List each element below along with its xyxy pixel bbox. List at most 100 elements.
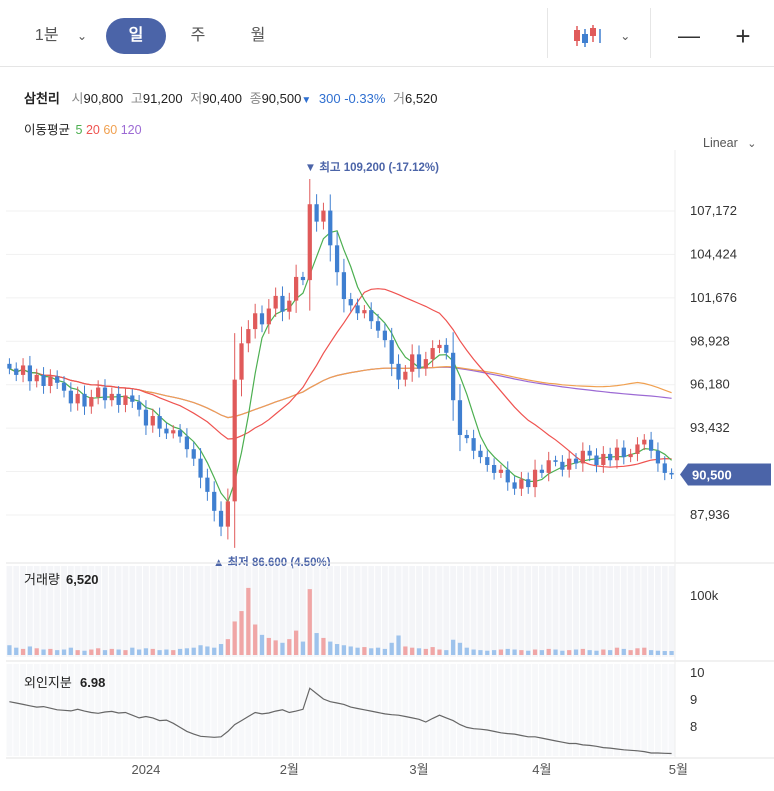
- candle-body: [601, 453, 606, 465]
- volume-bg-bar: [641, 566, 648, 657]
- volume-bar: [580, 648, 585, 655]
- volume-bg-bar: [566, 566, 573, 657]
- foreign-bg-bar: [231, 664, 238, 756]
- foreign-bg-bar: [108, 664, 115, 756]
- volume-bg-bar: [559, 566, 566, 657]
- volume-bar: [109, 648, 114, 655]
- ma-5-line: [9, 230, 672, 503]
- volume-bar: [218, 644, 224, 655]
- candle-body: [594, 455, 599, 465]
- volume-bar: [539, 650, 544, 655]
- volume-bg-bar: [102, 566, 108, 657]
- volume-bar: [526, 650, 531, 655]
- candle-body: [7, 363, 12, 369]
- foreign-bg-bar: [498, 664, 504, 756]
- volume-bar: [225, 639, 230, 655]
- foreign-bg-bar: [149, 664, 156, 756]
- volume-bg-bar: [409, 566, 416, 657]
- price-tick-label: 101,676: [690, 290, 737, 305]
- x-tick-label: 5월: [669, 762, 688, 777]
- x-tick-label: 2024: [131, 762, 160, 777]
- candle-body: [471, 438, 476, 451]
- foreign-bg-bar: [136, 664, 143, 756]
- candle-body: [505, 469, 510, 483]
- volume-bar: [205, 646, 210, 655]
- volume-bg-bar: [429, 566, 436, 657]
- volume-bar: [423, 648, 428, 655]
- volume-bar: [137, 649, 142, 655]
- foreign-bg-bar: [313, 664, 320, 756]
- volume-bar: [505, 648, 510, 655]
- candle-body: [287, 300, 292, 312]
- volume-bg-bar: [614, 566, 620, 657]
- volume-bg-bar: [443, 566, 450, 657]
- volume-bar: [451, 639, 456, 655]
- foreign-bg-bar: [491, 664, 498, 756]
- volume-bar: [567, 650, 572, 655]
- volume-bg-bar: [13, 566, 20, 657]
- foreign-bg-bar: [252, 664, 259, 756]
- volume-bar: [96, 648, 101, 655]
- volume-bar: [478, 650, 483, 655]
- foreign-bg-bar: [614, 664, 620, 756]
- foreign-bg-bar: [545, 664, 552, 756]
- foreign-bg-bar: [6, 664, 13, 756]
- candle-body: [478, 450, 483, 458]
- volume-bg-bar: [347, 566, 354, 657]
- candle-body: [116, 393, 121, 405]
- volume-bg-bar: [402, 566, 409, 657]
- volume-bar: [246, 587, 251, 655]
- foreign-bg-bar: [320, 664, 327, 756]
- volume-bar: [648, 650, 654, 655]
- candle-body: [355, 305, 360, 314]
- candle-body: [614, 447, 620, 461]
- volume-bar: [89, 649, 94, 655]
- candle-body: [239, 343, 244, 380]
- candle-body: [485, 457, 490, 465]
- foreign-bg-bar: [183, 664, 190, 756]
- candle-body: [464, 434, 469, 439]
- volume-bar: [403, 646, 408, 655]
- candle-body: [430, 348, 435, 360]
- foreign-bg-bar: [163, 664, 170, 756]
- candle-body: [109, 393, 114, 401]
- foreign-bg-bar: [259, 664, 265, 756]
- foreign-tick-label: 8: [690, 719, 697, 734]
- candle-body: [553, 460, 558, 462]
- candle-body: [212, 491, 217, 511]
- candle-body: [648, 439, 654, 451]
- volume-bg-bar: [607, 566, 614, 657]
- candle-body: [362, 310, 367, 314]
- volume-bar: [300, 641, 306, 655]
- volume-bar: [512, 649, 517, 655]
- foreign-title: 외인지분: [24, 675, 72, 690]
- volume-bar: [27, 646, 33, 655]
- candle-body: [410, 354, 415, 372]
- candle-body: [253, 313, 258, 330]
- volume-bg-bar: [655, 566, 661, 657]
- candle-body: [232, 379, 237, 502]
- foreign-bg-bar: [484, 664, 491, 756]
- volume-bg-bar: [668, 566, 675, 657]
- volume-bg-bar: [634, 566, 641, 657]
- candle-body: [55, 376, 60, 383]
- volume-bg-bar: [115, 566, 122, 657]
- candle-body: [96, 387, 101, 398]
- candle-body: [662, 463, 667, 473]
- volume-bg-bar: [498, 566, 504, 657]
- volume-bg-bar: [211, 566, 218, 657]
- foreign-bg-bar: [450, 664, 457, 756]
- volume-bar: [157, 650, 162, 655]
- volume-bg-bar: [149, 566, 156, 657]
- volume-bar: [307, 589, 312, 655]
- volume-bg-bar: [381, 566, 388, 657]
- candle-body: [177, 430, 183, 437]
- foreign-bg-bar: [327, 664, 334, 756]
- volume-bg-bar: [197, 566, 204, 657]
- volume-bar: [485, 650, 490, 655]
- foreign-bg-bar: [395, 664, 402, 756]
- volume-bar: [321, 637, 326, 655]
- foreign-bg-bar: [552, 664, 559, 756]
- volume-bg-bar: [538, 566, 545, 657]
- volume-bg-bar: [156, 566, 163, 657]
